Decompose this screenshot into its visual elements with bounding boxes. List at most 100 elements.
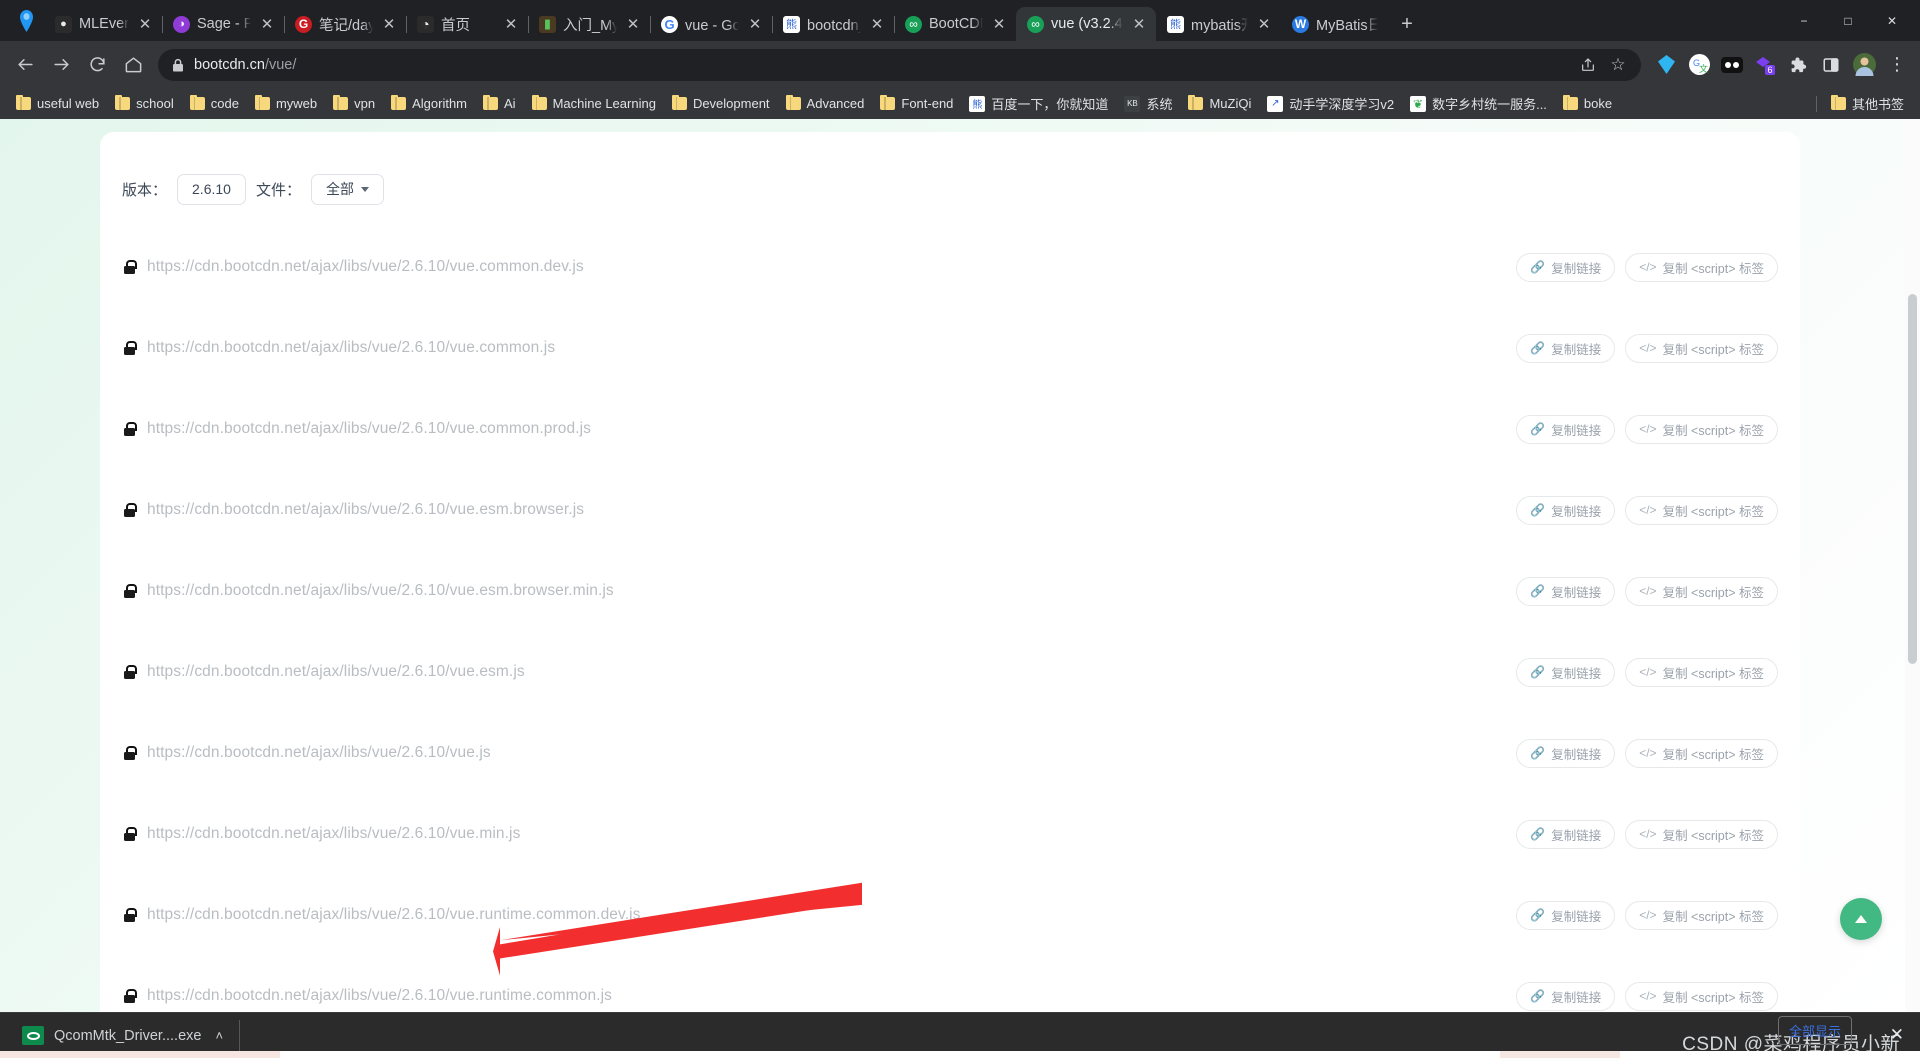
- tab-9[interactable]: 熊 mybatis开启日 ✕: [1156, 7, 1281, 41]
- minimize-button[interactable]: −: [1782, 0, 1826, 41]
- reload-button[interactable]: [80, 48, 114, 82]
- page-scrollbar[interactable]: [1905, 119, 1920, 1012]
- bookmark-machine-learning[interactable]: Machine Learning: [524, 92, 664, 115]
- new-tab-button[interactable]: +: [1392, 9, 1422, 39]
- bookmark-digital-village[interactable]: ❦数字乡村统一服务...: [1402, 90, 1555, 117]
- copy-link-button[interactable]: 🔗复制链接: [1516, 415, 1615, 444]
- copy-link-button[interactable]: 🔗复制链接: [1516, 253, 1615, 282]
- tab-close-button[interactable]: ✕: [1130, 15, 1148, 33]
- chrome-menu-button[interactable]: ⋮: [1882, 50, 1912, 80]
- tab-close-button[interactable]: ✕: [136, 15, 154, 33]
- copy-link-button[interactable]: 🔗复制链接: [1516, 577, 1615, 606]
- bookmark-ai[interactable]: Ai: [475, 92, 524, 115]
- bookmark-muziqi[interactable]: MuZiQi: [1180, 92, 1259, 115]
- bookmark-code[interactable]: code: [182, 92, 247, 115]
- copy-script-tag-button[interactable]: </>复制 <script> 标签: [1625, 415, 1778, 444]
- copy-script-label: 复制 <script> 标签: [1663, 420, 1764, 439]
- tab-3[interactable]: ◔ 首页 ✕: [406, 7, 528, 41]
- tab-4[interactable]: ▮ 入门_MyBatisP ✕: [528, 7, 650, 41]
- file-url[interactable]: https://cdn.bootcdn.net/ajax/libs/vue/2.…: [147, 906, 641, 924]
- bookmark-school[interactable]: school: [107, 92, 182, 115]
- file-url[interactable]: https://cdn.bootcdn.net/ajax/libs/vue/2.…: [147, 825, 520, 843]
- close-window-button[interactable]: ✕: [1870, 0, 1914, 41]
- bookmark-development[interactable]: Development: [664, 92, 778, 115]
- bookmark-font-end[interactable]: Font-end: [872, 92, 961, 115]
- chevron-up-icon[interactable]: ˄: [215, 1028, 223, 1043]
- show-all-downloads-button[interactable]: 全部显示: [1778, 1016, 1852, 1045]
- back-button[interactable]: [8, 48, 42, 82]
- copy-link-button[interactable]: 🔗复制链接: [1516, 739, 1615, 768]
- bookmark-label: 系统: [1146, 94, 1172, 113]
- bookmark-star-icon[interactable]: ☆: [1605, 52, 1631, 78]
- tab-2[interactable]: G 笔记/day2.md ✕: [284, 7, 406, 41]
- scroll-to-top-button[interactable]: [1840, 898, 1882, 940]
- bookmark-system[interactable]: KB系统: [1116, 90, 1180, 117]
- mask-extension-icon[interactable]: [1717, 50, 1747, 80]
- file-url[interactable]: https://cdn.bootcdn.net/ajax/libs/vue/2.…: [147, 339, 555, 357]
- file-url[interactable]: https://cdn.bootcdn.net/ajax/libs/vue/2.…: [147, 663, 525, 681]
- tab-close-button[interactable]: ✕: [1255, 15, 1273, 33]
- bookmark-d2l[interactable]: ↗动手学深度学习v2: [1259, 90, 1402, 117]
- bookmark-vpn[interactable]: vpn: [325, 92, 383, 115]
- copy-script-tag-button[interactable]: </>复制 <script> 标签: [1625, 901, 1778, 930]
- diamond-extension-icon[interactable]: [1651, 50, 1681, 80]
- bookmark-boke[interactable]: boke: [1555, 92, 1620, 115]
- bookmark-baidu[interactable]: 熊百度一下，你就知道: [961, 90, 1116, 117]
- copy-script-tag-button[interactable]: </>复制 <script> 标签: [1625, 982, 1778, 1011]
- file-type-dropdown[interactable]: 全部: [311, 174, 384, 205]
- tab-1[interactable]: ◑ Sage - Poe ✕: [162, 7, 284, 41]
- copy-link-button[interactable]: 🔗复制链接: [1516, 496, 1615, 525]
- google-translate-icon[interactable]: G文: [1684, 50, 1714, 80]
- bookmark-myweb[interactable]: myweb: [247, 92, 325, 115]
- home-button[interactable]: [116, 48, 150, 82]
- copy-script-tag-button[interactable]: </>复制 <script> 标签: [1625, 334, 1778, 363]
- copy-script-tag-button[interactable]: </>复制 <script> 标签: [1625, 820, 1778, 849]
- side-panel-icon[interactable]: [1816, 50, 1846, 80]
- file-url[interactable]: https://cdn.bootcdn.net/ajax/libs/vue/2.…: [147, 987, 612, 1005]
- tab-close-button[interactable]: ✕: [990, 15, 1008, 33]
- file-url[interactable]: https://cdn.bootcdn.net/ajax/libs/vue/2.…: [147, 501, 584, 519]
- tab-0[interactable]: ● MLEveryday/1 ✕: [44, 7, 162, 41]
- copy-link-label: 复制链接: [1551, 501, 1601, 520]
- tab-close-button[interactable]: ✕: [380, 15, 398, 33]
- close-download-shelf-button[interactable]: ✕: [1890, 1025, 1904, 1045]
- copy-link-button[interactable]: 🔗复制链接: [1516, 901, 1615, 930]
- address-bar[interactable]: bootcdn.cn/vue/ ☆: [158, 49, 1641, 81]
- tab-6[interactable]: 熊 bootcdn_百度搜 ✕: [772, 7, 894, 41]
- tab-10[interactable]: W MyBatis日志: [1281, 7, 1386, 41]
- profile-avatar[interactable]: [1849, 50, 1879, 80]
- puzzle-extensions-icon[interactable]: [1783, 50, 1813, 80]
- copy-link-button[interactable]: 🔗复制链接: [1516, 820, 1615, 849]
- bookmark-useful-web[interactable]: useful web: [8, 92, 107, 115]
- file-url[interactable]: https://cdn.bootcdn.net/ajax/libs/vue/2.…: [147, 420, 591, 438]
- copy-script-tag-button[interactable]: </>复制 <script> 标签: [1625, 577, 1778, 606]
- copy-script-tag-button[interactable]: </>复制 <script> 标签: [1625, 739, 1778, 768]
- folder-icon: [880, 97, 895, 110]
- forward-button[interactable]: [44, 48, 78, 82]
- tab-close-button[interactable]: ✕: [868, 15, 886, 33]
- scrollbar-thumb[interactable]: [1908, 294, 1917, 664]
- file-url[interactable]: https://cdn.bootcdn.net/ajax/libs/vue/2.…: [147, 582, 614, 600]
- copy-link-button[interactable]: 🔗复制链接: [1516, 334, 1615, 363]
- bookmark-algorithm[interactable]: Algorithm: [383, 92, 475, 115]
- copy-script-tag-button[interactable]: </>复制 <script> 标签: [1625, 253, 1778, 282]
- version-input[interactable]: 2.6.10: [177, 174, 246, 205]
- tab-5[interactable]: G vue - Google 搜 ✕: [650, 7, 772, 41]
- other-bookmarks-button[interactable]: 其他书签: [1823, 90, 1912, 117]
- tab-8-active[interactable]: ∞ vue (v3.2.47) - ✕: [1016, 7, 1156, 41]
- tab-close-button[interactable]: ✕: [258, 15, 276, 33]
- tab-close-button[interactable]: ✕: [502, 15, 520, 33]
- file-url[interactable]: https://cdn.bootcdn.net/ajax/libs/vue/2.…: [147, 744, 491, 762]
- purple-extension-icon[interactable]: 6: [1750, 50, 1780, 80]
- maximize-button[interactable]: □: [1826, 0, 1870, 41]
- bookmark-advanced[interactable]: Advanced: [778, 92, 873, 115]
- tab-close-button[interactable]: ✕: [624, 15, 642, 33]
- tab-7[interactable]: ∞ BootCDN - Bo ✕: [894, 7, 1016, 41]
- copy-script-tag-button[interactable]: </>复制 <script> 标签: [1625, 658, 1778, 687]
- file-url[interactable]: https://cdn.bootcdn.net/ajax/libs/vue/2.…: [147, 258, 584, 276]
- tab-close-button[interactable]: ✕: [746, 15, 764, 33]
- copy-script-tag-button[interactable]: </>复制 <script> 标签: [1625, 496, 1778, 525]
- copy-link-button[interactable]: 🔗复制链接: [1516, 982, 1615, 1011]
- share-icon[interactable]: [1575, 52, 1601, 78]
- copy-link-button[interactable]: 🔗复制链接: [1516, 658, 1615, 687]
